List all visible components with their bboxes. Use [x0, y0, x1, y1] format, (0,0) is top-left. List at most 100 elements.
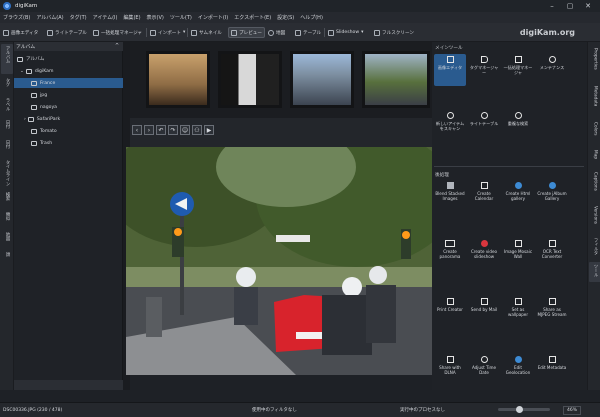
- album-root[interactable]: アルバム: [14, 54, 123, 64]
- album-item-safaripark[interactable]: › SafariPark: [14, 114, 123, 124]
- tool-image-editor[interactable]: 画像エディタ: [434, 54, 466, 86]
- fullscreen-button[interactable]: フルスクリーン: [374, 27, 414, 38]
- tool-jalbum-gallery[interactable]: Create jAlbum Gallery: [536, 182, 568, 201]
- menu-item[interactable]: アイテム(I): [93, 14, 118, 21]
- menu-view[interactable]: 表示(V): [147, 14, 164, 21]
- tab-colors[interactable]: Colors: [589, 120, 600, 144]
- tool-print-creator[interactable]: Print Creator: [434, 298, 466, 312]
- menu-browse[interactable]: ブラウズ(B): [3, 14, 30, 21]
- brand-text: digiKam.org: [519, 28, 575, 37]
- people-icon[interactable]: ⚇: [192, 125, 202, 135]
- tool-batch-queue[interactable]: 一括処理マネージャ: [502, 54, 534, 75]
- close-button[interactable]: ✕: [580, 0, 596, 12]
- zoom-slider[interactable]: [498, 406, 550, 413]
- globe-icon: [548, 182, 556, 189]
- tool-adjust-time-date[interactable]: Adjust Time Date: [468, 356, 500, 375]
- tab-metadata[interactable]: Metadata: [589, 84, 600, 116]
- forward-icon[interactable]: ›: [144, 125, 154, 135]
- tab-properties[interactable]: Properties: [589, 46, 600, 80]
- batch-queue-button[interactable]: 一括処理マネージャ: [93, 27, 142, 38]
- maximize-button[interactable]: ▢: [562, 0, 578, 12]
- refresh-icon: [446, 112, 454, 119]
- tools-panel: メインツール 画像エディタ タグマネージャー 一括処理マネージャ メンテナンス …: [432, 42, 587, 390]
- thumbnail[interactable]: [362, 51, 430, 108]
- tool-ocr-converter[interactable]: OCR Text Converter: [536, 240, 568, 259]
- album-item-tomato[interactable]: Tomato: [14, 126, 123, 136]
- menu-export[interactable]: エクスポート(E): [234, 14, 271, 21]
- tool-maintenance[interactable]: メンテナンス: [536, 54, 568, 70]
- tool-mosaic-wall[interactable]: Image Mosaic Wall: [502, 240, 534, 259]
- tab-labels[interactable]: ラベル: [1, 96, 13, 116]
- record-icon: [480, 240, 488, 247]
- tool-send-by-mail[interactable]: Send by Mail: [468, 298, 500, 312]
- minimize-button[interactable]: –: [544, 0, 560, 12]
- tool-blend-stacked[interactable]: Blend Stacked Images: [434, 182, 466, 201]
- thumbnail[interactable]: [290, 51, 354, 108]
- slideshow-button[interactable]: Slideshow ▾: [328, 27, 363, 38]
- tab-dates-2[interactable]: 日付: [1, 138, 13, 156]
- tab-albums[interactable]: アルバム: [1, 44, 13, 74]
- clock-icon: [480, 356, 488, 363]
- face-tag-icon[interactable]: ☺: [180, 125, 190, 135]
- tab-tags[interactable]: タグ: [1, 76, 13, 94]
- tool-set-wallpaper[interactable]: Set as wallpaper: [502, 298, 534, 317]
- tab-faces[interactable]: 顔: [1, 250, 13, 264]
- tool-share-dlna[interactable]: Share with DLNA: [434, 356, 466, 375]
- thumbnail[interactable]: [218, 51, 282, 108]
- play-icon[interactable]: ▶: [204, 125, 214, 135]
- tool-find-duplicates[interactable]: 重複な検索: [502, 112, 534, 126]
- table-view-button[interactable]: テーブル: [295, 27, 321, 38]
- tab-versions[interactable]: Versions: [589, 204, 600, 232]
- status-bar: DSC00336.JPG (230 / 478) 使用中のフィルタなし 実行中の…: [0, 402, 600, 417]
- menu-edit[interactable]: 編集(E): [123, 14, 140, 21]
- album-item-trash[interactable]: Trash: [14, 138, 123, 148]
- tool-html-gallery[interactable]: Create Html gallery: [502, 182, 534, 201]
- rotate-left-icon[interactable]: ↶: [156, 125, 166, 135]
- tab-dates[interactable]: 日付: [1, 118, 13, 136]
- zoom-level[interactable]: 46%: [563, 405, 582, 415]
- preview-view-button[interactable]: プレビュー: [228, 27, 265, 38]
- tab-tools[interactable]: ツール: [589, 262, 600, 282]
- tool-tag-manager[interactable]: タグマネージャー: [468, 54, 500, 75]
- tool-scan-new-items[interactable]: 新しいアイテムをスキャン: [434, 112, 466, 131]
- zoom-slider-handle[interactable]: [516, 406, 523, 413]
- tool-edit-metadata[interactable]: Edit Metadata: [536, 356, 568, 370]
- thumbnail[interactable]: [146, 51, 210, 108]
- tool-video-slideshow[interactable]: Create video slideshow: [468, 240, 500, 259]
- tab-filters[interactable]: フィルタ: [589, 236, 600, 258]
- menu-help[interactable]: ヘルプ(H): [300, 14, 323, 21]
- rotate-right-icon[interactable]: ↷: [168, 125, 178, 135]
- folder-icon: [31, 92, 37, 98]
- globe-icon: [514, 182, 522, 189]
- tool-edit-geolocation[interactable]: Edit Geolocation: [502, 356, 534, 375]
- image-editor-button[interactable]: 画像エディタ: [3, 27, 38, 38]
- tab-search[interactable]: 検索: [1, 190, 13, 208]
- tab-similar[interactable]: 類似: [1, 210, 13, 228]
- collapse-icon[interactable]: ^: [115, 44, 119, 49]
- map-view-button[interactable]: 地図: [268, 27, 285, 38]
- tab-captions[interactable]: Captions: [589, 170, 600, 200]
- tab-timeline[interactable]: タイムライン: [1, 158, 13, 188]
- tool-create-calendar[interactable]: Create Calendar: [468, 182, 500, 201]
- light-table-button[interactable]: ライトテーブル: [47, 27, 87, 38]
- tool-light-table[interactable]: ライトテーブル: [468, 112, 500, 126]
- menu-import[interactable]: インポート(I): [198, 14, 228, 21]
- menu-settings[interactable]: 設定(S): [277, 14, 294, 21]
- status-process: 実行中のプロセスなし: [400, 408, 445, 413]
- thumbnail-view-button[interactable]: サムネイル: [191, 27, 222, 38]
- tool-create-panorama[interactable]: Create panorama: [434, 240, 466, 259]
- album-item-france[interactable]: France: [14, 78, 123, 88]
- album-collection[interactable]: ⌄ digiKam: [14, 66, 123, 76]
- tool-mjpeg-stream[interactable]: Share as MJPEG Stream: [536, 298, 568, 317]
- back-icon[interactable]: ‹: [132, 125, 142, 135]
- album-item-jpg[interactable]: jpg: [14, 90, 123, 100]
- image-preview[interactable]: [126, 147, 432, 375]
- tab-map-right[interactable]: Map: [589, 148, 600, 166]
- menu-album[interactable]: アルバム(A): [36, 14, 63, 21]
- import-button[interactable]: インポート ▾: [150, 27, 185, 38]
- album-item-nagoya[interactable]: nagoya: [14, 102, 123, 112]
- menu-tag[interactable]: タグ(T): [70, 14, 87, 21]
- menu-tools[interactable]: ツール(T): [170, 14, 192, 21]
- table-icon: [295, 29, 301, 36]
- tab-map[interactable]: 地図: [1, 230, 13, 248]
